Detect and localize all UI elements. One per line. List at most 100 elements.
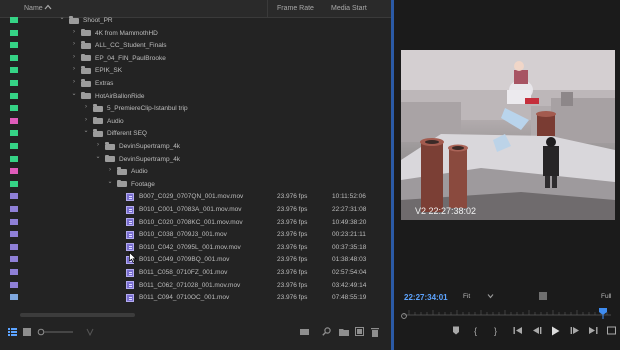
go-to-out-icon[interactable] bbox=[588, 326, 598, 337]
label-color-swatch[interactable] bbox=[10, 168, 18, 175]
disclosure-collapsed-icon[interactable]: › bbox=[70, 41, 78, 47]
disclosure-collapsed-icon[interactable]: › bbox=[70, 66, 78, 72]
clip-row[interactable]: B011_C058_0710FZ_001.mov 23.976 fps 02:57:… bbox=[0, 266, 391, 279]
step-forward-icon[interactable] bbox=[570, 326, 580, 337]
label-color-swatch[interactable] bbox=[10, 80, 18, 86]
label-color-swatch[interactable] bbox=[10, 193, 18, 200]
bin-row[interactable]: › 4K from MammothHD bbox=[0, 27, 391, 40]
mark-out-icon[interactable]: } bbox=[494, 326, 497, 336]
mark-in-icon[interactable]: { bbox=[474, 326, 477, 336]
disclosure-expanded-icon[interactable]: ⌄ bbox=[58, 14, 66, 21]
new-bin-icon[interactable] bbox=[339, 327, 349, 338]
disclosure-expanded-icon[interactable]: ⌄ bbox=[106, 178, 114, 185]
zoom-fit-select[interactable]: Fit bbox=[463, 293, 470, 300]
clip-row[interactable]: B010_C020_0708KC_001.mov.mov 23.976 fps 10… bbox=[0, 216, 391, 229]
bin-row[interactable]: › Audio bbox=[0, 165, 391, 178]
label-color-swatch[interactable] bbox=[10, 269, 18, 275]
column-header-frame-rate[interactable]: Frame Rate bbox=[277, 5, 314, 12]
new-item-icon[interactable] bbox=[355, 327, 364, 338]
clip-row[interactable]: B011_C062_071028_001.mov.mov 23.976 fps 03… bbox=[0, 279, 391, 292]
bin-row[interactable]: › ALL_CC_Student_Finals bbox=[0, 39, 391, 52]
clip-frame-rate: 23.976 fps bbox=[277, 231, 308, 239]
bin-name: EP_04_FIN_PaulBrooke bbox=[95, 54, 166, 62]
bin-row[interactable]: ⌄ Footage bbox=[0, 178, 391, 191]
bin-name: ALL_CC_Student_Finals bbox=[95, 42, 167, 50]
clip-row[interactable]: B007_C029_0707QN_001.mov.mov 23.976 fps 10… bbox=[0, 190, 391, 203]
folder-icon bbox=[93, 129, 103, 137]
chevron-up-icon[interactable] bbox=[44, 4, 52, 12]
bin-row[interactable]: › EPIK_SK bbox=[0, 64, 391, 77]
bin-row[interactable]: ⌄ Different SEQ bbox=[0, 127, 391, 140]
play-icon[interactable] bbox=[551, 326, 560, 338]
label-color-swatch[interactable] bbox=[10, 130, 18, 137]
label-color-swatch[interactable] bbox=[10, 67, 18, 74]
zoom-slider[interactable] bbox=[37, 327, 77, 339]
label-color-swatch[interactable] bbox=[10, 29, 18, 36]
clip-row[interactable]: B010_C042_07095L_001.mov.mov 23.976 fps 00… bbox=[0, 241, 391, 254]
delete-icon[interactable] bbox=[371, 327, 379, 339]
clip-frame-rate: 23.976 fps bbox=[277, 281, 308, 289]
bin-name: 5_PremiereClip-Istanbul trip bbox=[107, 105, 188, 113]
bin-row[interactable]: › EP_04_FIN_PaulBrooke bbox=[0, 52, 391, 65]
icon-view-icon[interactable] bbox=[23, 328, 31, 338]
folder-bin-icon[interactable] bbox=[300, 327, 310, 338]
clip-row[interactable]: B011_C094_0710OC_001.mov 23.976 fps 07:48:… bbox=[0, 291, 391, 304]
list-view-icon[interactable] bbox=[8, 328, 17, 338]
label-color-swatch[interactable] bbox=[10, 17, 18, 23]
label-color-swatch[interactable] bbox=[10, 143, 18, 149]
source-timecode-overlay: V2 22:27:38:02 bbox=[415, 206, 477, 216]
label-color-swatch[interactable] bbox=[10, 256, 18, 263]
chevron-down-icon[interactable] bbox=[487, 293, 494, 301]
clip-row[interactable]: B010_C038_0709J3_001.mov 23.976 fps 00:23:… bbox=[0, 228, 391, 241]
bin-row[interactable]: › 5_PremiereClip-Istanbul trip bbox=[0, 102, 391, 115]
label-color-swatch[interactable] bbox=[10, 206, 18, 212]
label-color-swatch[interactable] bbox=[10, 92, 18, 99]
label-color-swatch[interactable] bbox=[10, 218, 18, 225]
disclosure-expanded-icon[interactable]: ⌄ bbox=[94, 153, 102, 160]
playhead-timecode[interactable]: 22:27:34:01 bbox=[404, 293, 448, 302]
disclosure-expanded-icon[interactable]: ⌄ bbox=[82, 127, 90, 134]
label-color-swatch[interactable] bbox=[10, 155, 18, 162]
step-back-icon[interactable] bbox=[532, 326, 542, 337]
clip-frame-rate: 23.976 fps bbox=[277, 218, 308, 226]
column-header-name[interactable]: Name bbox=[24, 5, 43, 12]
playback-resolution-select[interactable]: Full bbox=[601, 293, 611, 300]
label-color-swatch[interactable] bbox=[10, 54, 18, 61]
go-to-in-icon[interactable] bbox=[513, 326, 523, 337]
disclosure-collapsed-icon[interactable]: › bbox=[70, 79, 78, 85]
label-color-swatch[interactable] bbox=[10, 281, 18, 288]
bin-row[interactable]: ⌄ DevinSupertramp_4k bbox=[0, 153, 391, 166]
column-header-media-start[interactable]: Media Start bbox=[331, 5, 367, 12]
add-marker-icon[interactable] bbox=[452, 326, 460, 337]
label-color-swatch[interactable] bbox=[10, 231, 18, 238]
bin-row[interactable]: ⌄ HotAirBallonRide bbox=[0, 90, 391, 103]
disclosure-collapsed-icon[interactable]: › bbox=[82, 117, 90, 123]
label-color-swatch[interactable] bbox=[10, 105, 18, 112]
horizontal-scrollbar[interactable] bbox=[20, 313, 135, 317]
bin-row[interactable]: ⌄ Shoot_PR bbox=[0, 14, 391, 27]
label-color-swatch[interactable] bbox=[10, 180, 18, 187]
automate-icon[interactable] bbox=[86, 327, 94, 339]
disclosure-collapsed-icon[interactable]: › bbox=[82, 104, 90, 110]
disclosure-collapsed-icon[interactable]: › bbox=[70, 29, 78, 35]
clip-name: B010_C038_0709J3_001.mov bbox=[139, 231, 227, 239]
disclosure-expanded-icon[interactable]: ⌄ bbox=[70, 90, 78, 97]
disclosure-collapsed-icon[interactable]: › bbox=[70, 54, 78, 60]
label-color-swatch[interactable] bbox=[10, 117, 18, 124]
bin-row[interactable]: › DevinSupertramp_4k bbox=[0, 140, 391, 153]
disclosure-collapsed-icon[interactable]: › bbox=[106, 167, 114, 173]
settings-icon[interactable] bbox=[539, 292, 547, 300]
clip-row[interactable]: B010_C001_07083A_001.mov.mov 23.976 fps 22… bbox=[0, 203, 391, 216]
label-color-swatch[interactable] bbox=[10, 42, 18, 49]
clip-name: B011_C062_071028_001.mov.mov bbox=[139, 281, 241, 289]
label-color-swatch[interactable] bbox=[10, 243, 18, 250]
insert-icon[interactable] bbox=[607, 326, 616, 337]
bin-row[interactable]: › Audio bbox=[0, 115, 391, 128]
clip-media-start: 07:48:55:19 bbox=[332, 294, 367, 302]
time-ruler[interactable] bbox=[401, 305, 613, 319]
disclosure-collapsed-icon[interactable]: › bbox=[94, 142, 102, 148]
bin-row[interactable]: › Extras bbox=[0, 77, 391, 90]
clip-row[interactable]: B010_C049_0709BQ_001.mov 23.976 fps 01:38:… bbox=[0, 253, 391, 266]
search-icon[interactable] bbox=[322, 327, 331, 338]
label-color-swatch[interactable] bbox=[10, 294, 18, 301]
